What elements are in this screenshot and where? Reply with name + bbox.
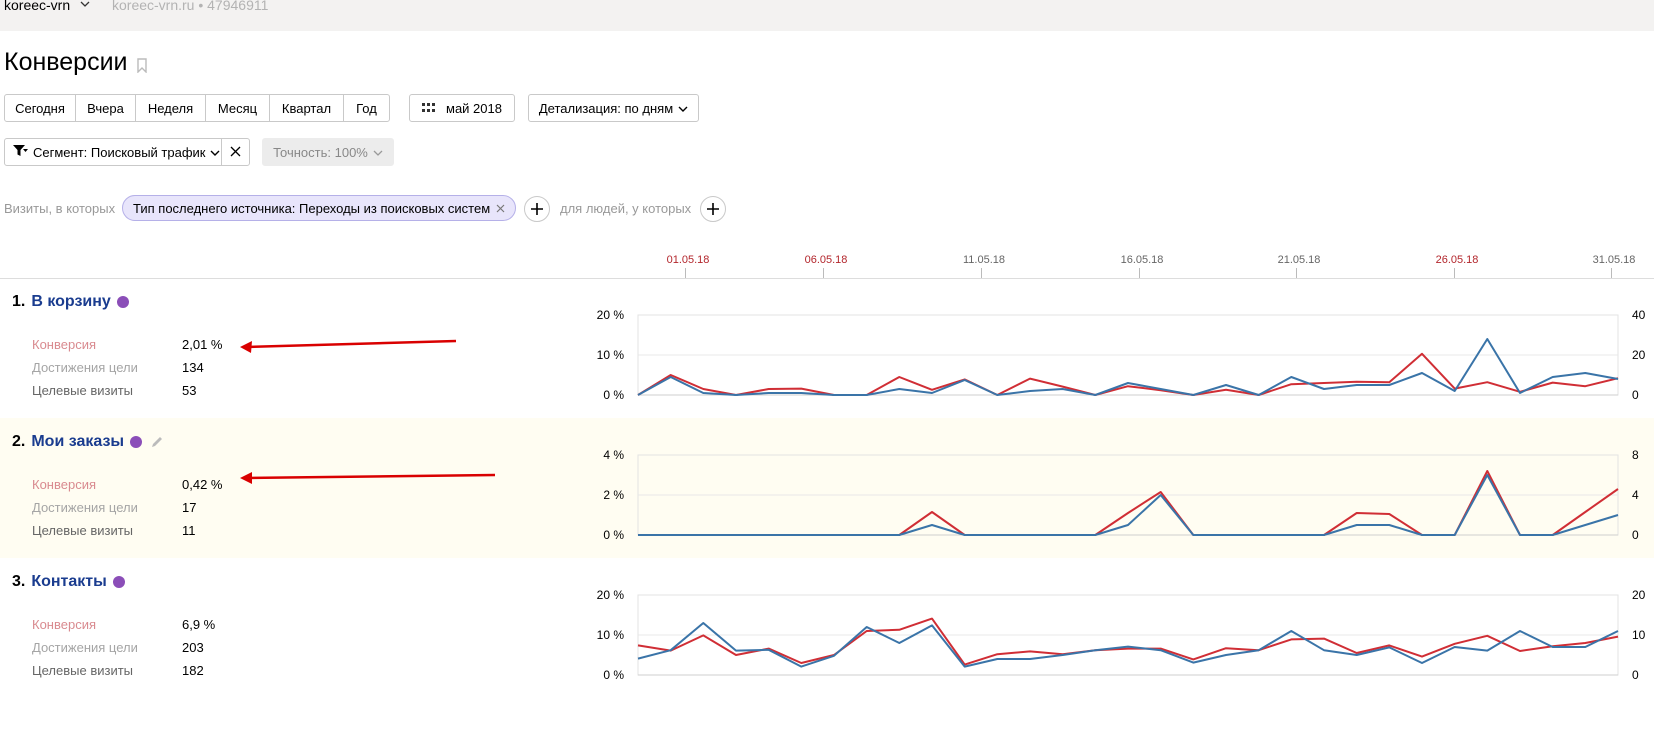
annotation-arrows bbox=[240, 339, 496, 484]
annotation-arrow-2 bbox=[240, 472, 496, 484]
annotation-arrow-1 bbox=[240, 339, 457, 353]
